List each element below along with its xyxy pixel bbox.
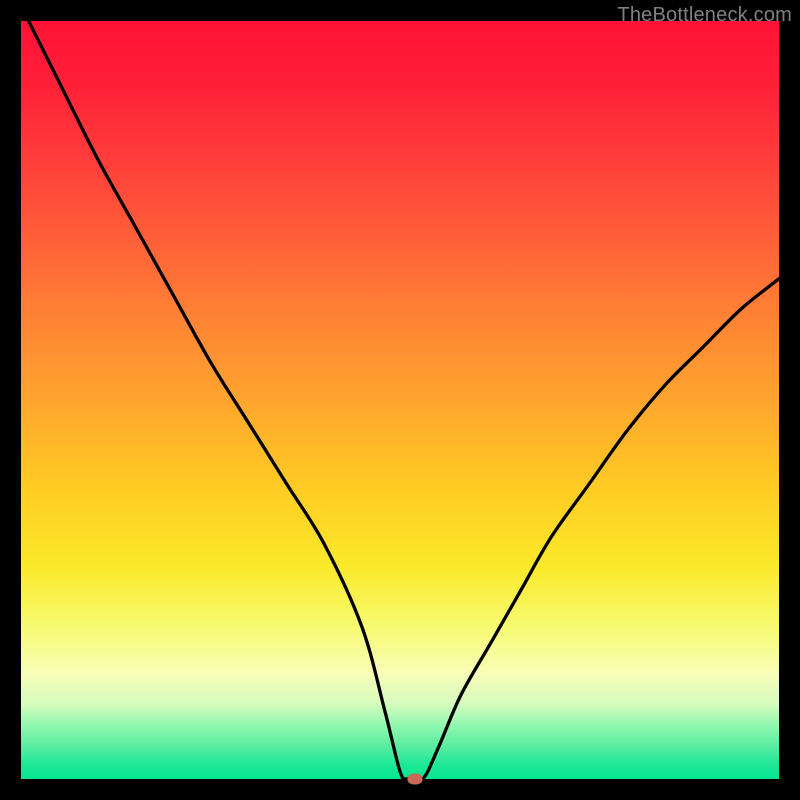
chart-frame: TheBottleneck.com <box>0 0 800 800</box>
plot-area <box>21 21 779 779</box>
curve-layer <box>21 21 779 779</box>
bottleneck-curve <box>29 21 779 782</box>
optimum-marker <box>408 774 423 785</box>
